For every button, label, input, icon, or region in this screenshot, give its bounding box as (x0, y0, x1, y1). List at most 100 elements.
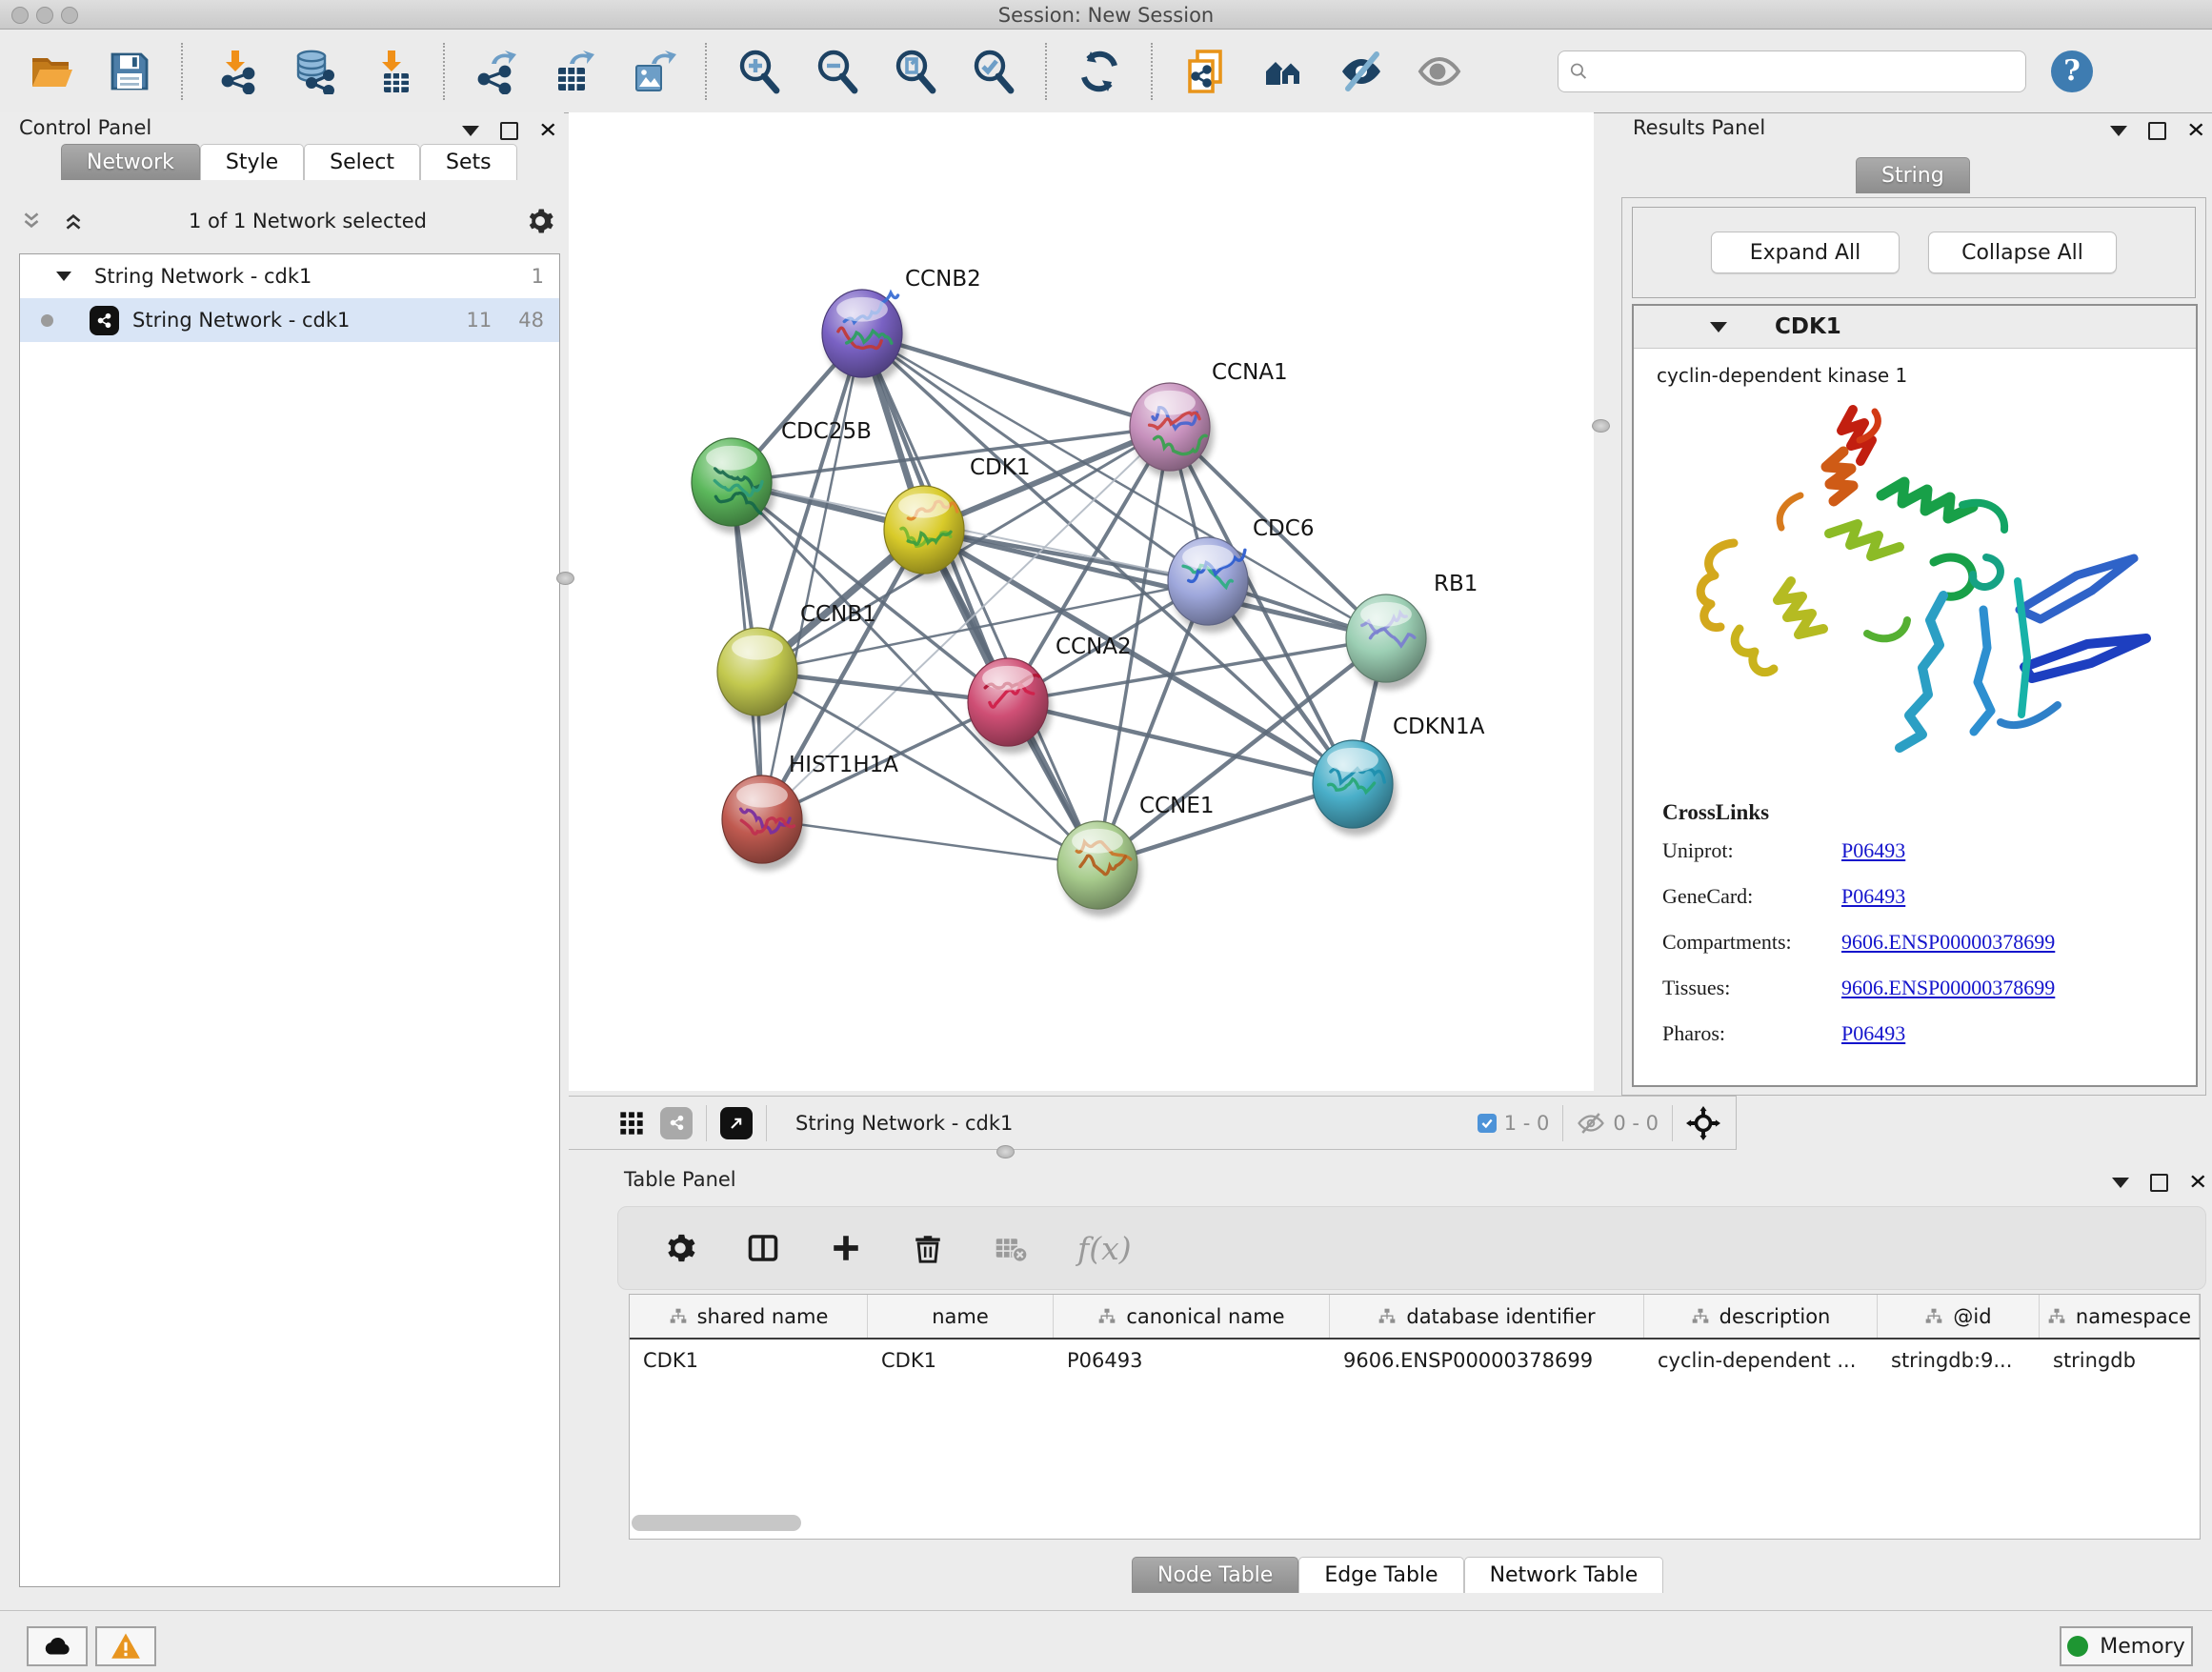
table-row[interactable]: CDK1CDK1P064939606.ENSP00000378699cyclin… (630, 1340, 2200, 1381)
export-image-button[interactable] (629, 47, 678, 96)
network-edge[interactable] (862, 333, 1170, 427)
tab-style[interactable]: Style (200, 144, 304, 180)
fit-content-crosshair-icon[interactable] (1686, 1106, 1720, 1140)
network-edge[interactable] (862, 333, 1097, 865)
crosslink-link[interactable]: P06493 (1841, 884, 1905, 909)
table-options-gear-icon[interactable] (664, 1232, 696, 1264)
tab-sets[interactable]: Sets (420, 144, 517, 180)
column-header-@id[interactable]: @id (1878, 1295, 2040, 1338)
table-cell[interactable]: P06493 (1054, 1349, 1330, 1372)
table-cell[interactable]: stringdb:9... (1878, 1349, 2040, 1372)
network-node-CCNB2[interactable] (822, 290, 906, 385)
show-columns-icon[interactable] (746, 1231, 780, 1265)
tab-string[interactable]: String (1856, 157, 1970, 193)
column-header-canonical-name[interactable]: canonical name (1054, 1295, 1330, 1338)
network-edge[interactable] (762, 819, 1097, 865)
show-all-networks-button[interactable] (1258, 47, 1308, 96)
tab-select[interactable]: Select (304, 144, 420, 180)
left-splitter-handle[interactable] (556, 572, 574, 585)
node-table[interactable]: shared namenamecanonical namedatabase id… (629, 1294, 2201, 1540)
tab-edge-table[interactable]: Edge Table (1298, 1557, 1463, 1593)
expand-all-icon[interactable] (61, 209, 86, 233)
column-header-database-identifier[interactable]: database identifier (1330, 1295, 1644, 1338)
zoom-fit-button[interactable] (891, 47, 940, 96)
grid-view-icon[interactable] (618, 1110, 645, 1137)
delete-column-icon[interactable] (912, 1232, 944, 1264)
bottom-splitter-handle[interactable] (996, 1145, 1015, 1158)
zoom-in-button[interactable] (734, 47, 784, 96)
crosslink-link[interactable]: 9606.ENSP00000378699 (1841, 976, 2055, 1000)
network-node-CDKN1A[interactable] (1313, 740, 1397, 836)
network-edge[interactable] (924, 530, 1386, 638)
tab-node-table[interactable]: Node Table (1132, 1557, 1298, 1593)
import-network-file-button[interactable] (211, 47, 260, 96)
help-button[interactable]: ? (2051, 50, 2093, 92)
network-options-gear-icon[interactable] (526, 207, 554, 235)
gene-section-header[interactable]: CDK1 (1634, 306, 2196, 349)
panel-menu-icon[interactable] (2112, 1178, 2129, 1188)
memory-button[interactable]: Memory (2060, 1626, 2193, 1666)
float-panel-icon[interactable] (500, 122, 518, 140)
collapse-all-button[interactable]: Collapse All (1928, 232, 2117, 273)
column-header-name[interactable]: name (868, 1295, 1054, 1338)
table-cell[interactable]: stringdb (2040, 1349, 2200, 1372)
copy-network-button[interactable] (1180, 47, 1230, 96)
show-hidden-button[interactable] (1415, 47, 1464, 96)
collapse-all-icon[interactable] (19, 209, 44, 233)
zoom-out-button[interactable] (813, 47, 862, 96)
network-collection-row[interactable]: String Network - cdk1 1 (20, 254, 559, 298)
crosslink-link[interactable]: P06493 (1841, 1021, 1905, 1046)
table-cell[interactable]: CDK1 (630, 1349, 868, 1372)
share-view-icon[interactable] (660, 1107, 693, 1139)
table-cell[interactable]: 9606.ENSP00000378699 (1330, 1349, 1644, 1372)
table-cell[interactable]: cyclin-dependent ... (1644, 1349, 1878, 1372)
cloud-status-button[interactable] (27, 1626, 88, 1666)
network-node-CDK1[interactable] (884, 486, 968, 581)
warnings-button[interactable] (95, 1626, 156, 1666)
table-horizontal-scrollbar[interactable] (632, 1515, 801, 1531)
right-splitter-handle[interactable] (1592, 419, 1610, 433)
network-edge[interactable] (762, 333, 862, 819)
close-panel-icon[interactable]: ✕ (2186, 124, 2205, 139)
column-header-shared-name[interactable]: shared name (630, 1295, 868, 1338)
network-node-RB1[interactable] (1346, 594, 1430, 690)
export-image-icon (631, 49, 676, 94)
selected-checkbox-icon[interactable] (1478, 1114, 1497, 1133)
network-node-CDC25B[interactable] (692, 438, 775, 534)
export-table-button[interactable] (551, 47, 600, 96)
apply-layout-button[interactable] (1075, 47, 1124, 96)
expand-all-button[interactable]: Expand All (1711, 232, 1900, 273)
network-node-CCNA2[interactable] (968, 658, 1052, 754)
birdseye-view-icon[interactable] (720, 1107, 753, 1139)
float-panel-icon[interactable] (2148, 122, 2166, 140)
open-session-button[interactable] (27, 47, 76, 96)
collapse-section-icon[interactable] (1710, 322, 1727, 332)
import-table-button[interactable] (367, 47, 416, 96)
network-node-CCNE1[interactable] (1057, 821, 1141, 917)
panel-menu-icon[interactable] (2110, 126, 2127, 136)
zoom-selected-button[interactable] (969, 47, 1018, 96)
close-panel-icon[interactable]: ✕ (2188, 1176, 2207, 1191)
table-cell[interactable]: CDK1 (868, 1349, 1054, 1372)
close-panel-icon[interactable]: ✕ (538, 124, 557, 139)
tab-network[interactable]: Network (61, 144, 200, 180)
search-input[interactable] (1590, 59, 2016, 84)
save-session-button[interactable] (105, 47, 154, 96)
column-header-namespace[interactable]: namespace (2040, 1295, 2200, 1338)
float-panel-icon[interactable] (2150, 1174, 2168, 1192)
import-network-from-database-button[interactable] (289, 47, 338, 96)
export-network-button[interactable] (473, 47, 522, 96)
hide-selected-button[interactable] (1337, 47, 1386, 96)
network-canvas[interactable]: CCNB2 CCNA1 CDC25B CDK1 CDC6 RB1 CCNB1 C… (569, 112, 1594, 1091)
panel-menu-icon[interactable] (462, 126, 479, 136)
tab-network-table[interactable]: Network Table (1464, 1557, 1664, 1593)
network-name: String Network - cdk1 (132, 309, 350, 332)
crosslink-link[interactable]: P06493 (1841, 838, 1905, 863)
add-column-icon[interactable] (830, 1232, 862, 1264)
network-row[interactable]: String Network - cdk1 11 48 (20, 298, 559, 342)
network-node-CCNA1[interactable] (1130, 383, 1214, 478)
crosslink-link[interactable]: 9606.ENSP00000378699 (1841, 930, 2055, 955)
collection-expand-icon[interactable] (56, 272, 71, 281)
column-header-description[interactable]: description (1644, 1295, 1878, 1338)
network-edge[interactable] (862, 333, 1386, 638)
